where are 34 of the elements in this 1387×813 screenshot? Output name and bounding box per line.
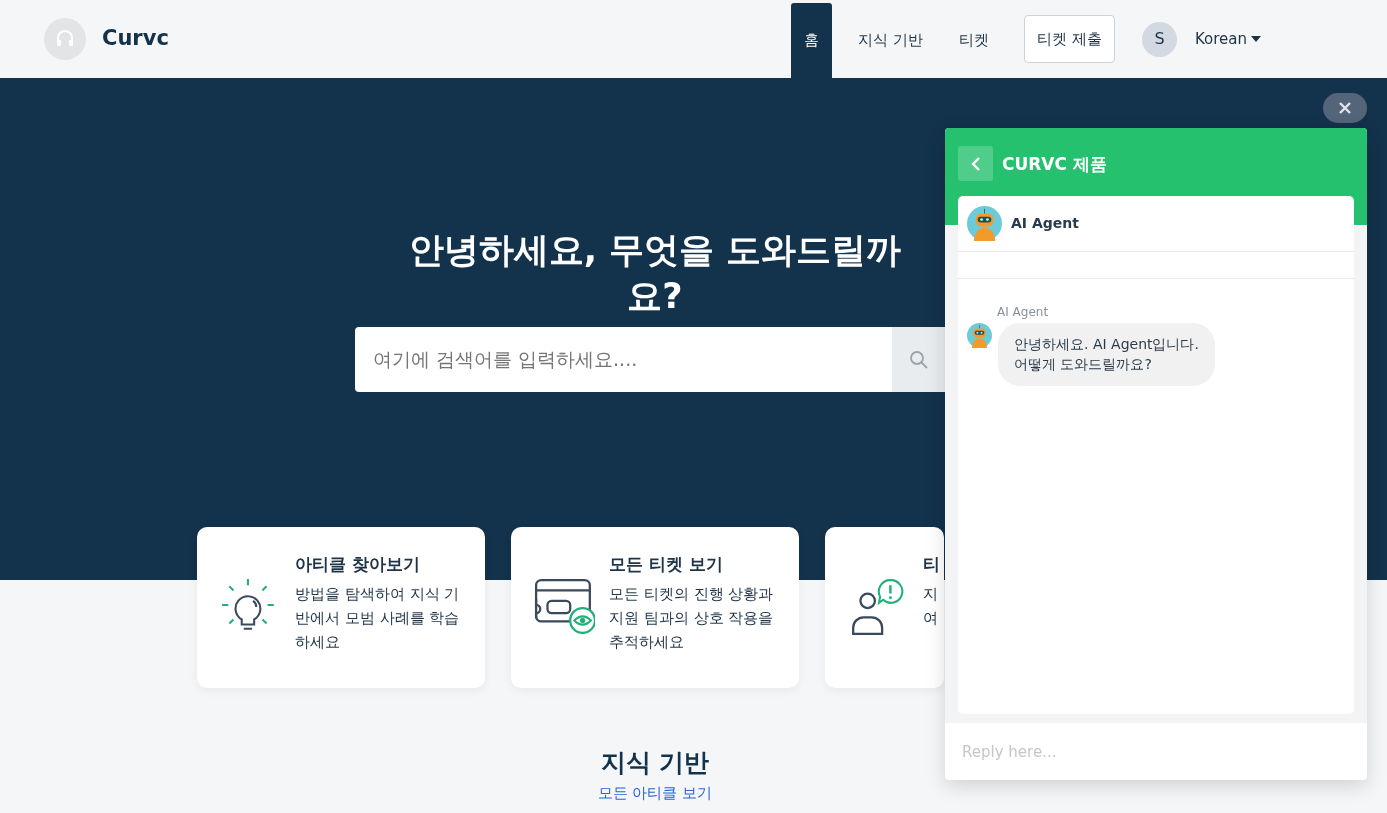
caret-icon xyxy=(1251,36,1261,42)
robot-avatar-icon xyxy=(967,206,1002,241)
message-bubble: 안녕하세요. AI Agent입니다. 어떻게 도와드릴까요? xyxy=(998,323,1215,386)
card-title: 모든 티켓 보기 xyxy=(609,553,724,576)
chat-title: CURVC 제품 xyxy=(1002,153,1107,176)
submit-ticket-button[interactable]: 티켓 제출 xyxy=(1024,14,1115,64)
nav-link[interactable]: 지식 기반 xyxy=(845,3,937,78)
hero-heading: 안녕하세요, 무엇을 도와드릴까요? xyxy=(407,229,903,318)
card-description: 모든 티켓의 진행 상황과 지원 팀과의 상호 작용을 추적하세요 xyxy=(609,583,774,653)
robot-avatar-icon xyxy=(967,323,992,348)
search-icon xyxy=(908,349,929,370)
nav-link[interactable]: 티켓 xyxy=(946,3,1003,78)
message-sender: AI Agent xyxy=(997,304,1050,321)
card-description: 지 여 xyxy=(923,583,939,629)
feature-card[interactable]: 티 지 여 xyxy=(825,527,944,688)
language-dropdown[interactable]: Korean xyxy=(1194,27,1261,51)
section-heading: 지식 기반 xyxy=(600,747,710,779)
user-avatar[interactable]: S xyxy=(1141,21,1177,57)
feature-card[interactable]: 모든 티켓 보기 모든 티켓의 진행 상황과 지원 팀과의 상호 작용을 추적하세요 xyxy=(511,527,799,688)
view-all-articles-link[interactable]: 모든 아티클 보기 xyxy=(597,783,713,802)
back-button[interactable] xyxy=(958,146,993,181)
card-title: 티 xyxy=(923,553,940,576)
back-icon xyxy=(970,156,981,171)
nav-link[interactable]: 홈 xyxy=(791,3,833,78)
feature-card[interactable]: 아티클 찾아보기 방법을 탐색하여 지식 기 반에서 모범 사례를 학습 하세요 xyxy=(197,527,485,688)
agent-name: AI Agent xyxy=(1011,214,1079,233)
search-field[interactable]: 여기에 검색어를 입력하세요.... xyxy=(355,327,892,392)
close-icon xyxy=(1339,102,1351,114)
card-description: 방법을 탐색하여 지식 기 반에서 모범 사례를 학습 하세요 xyxy=(295,583,460,653)
brand-name[interactable]: Curvc xyxy=(102,23,169,55)
logo-icon xyxy=(44,18,86,60)
card-title: 아티클 찾아보기 xyxy=(295,553,421,576)
search-button[interactable] xyxy=(892,327,945,392)
reply-field[interactable]: Reply here... xyxy=(945,723,1367,780)
